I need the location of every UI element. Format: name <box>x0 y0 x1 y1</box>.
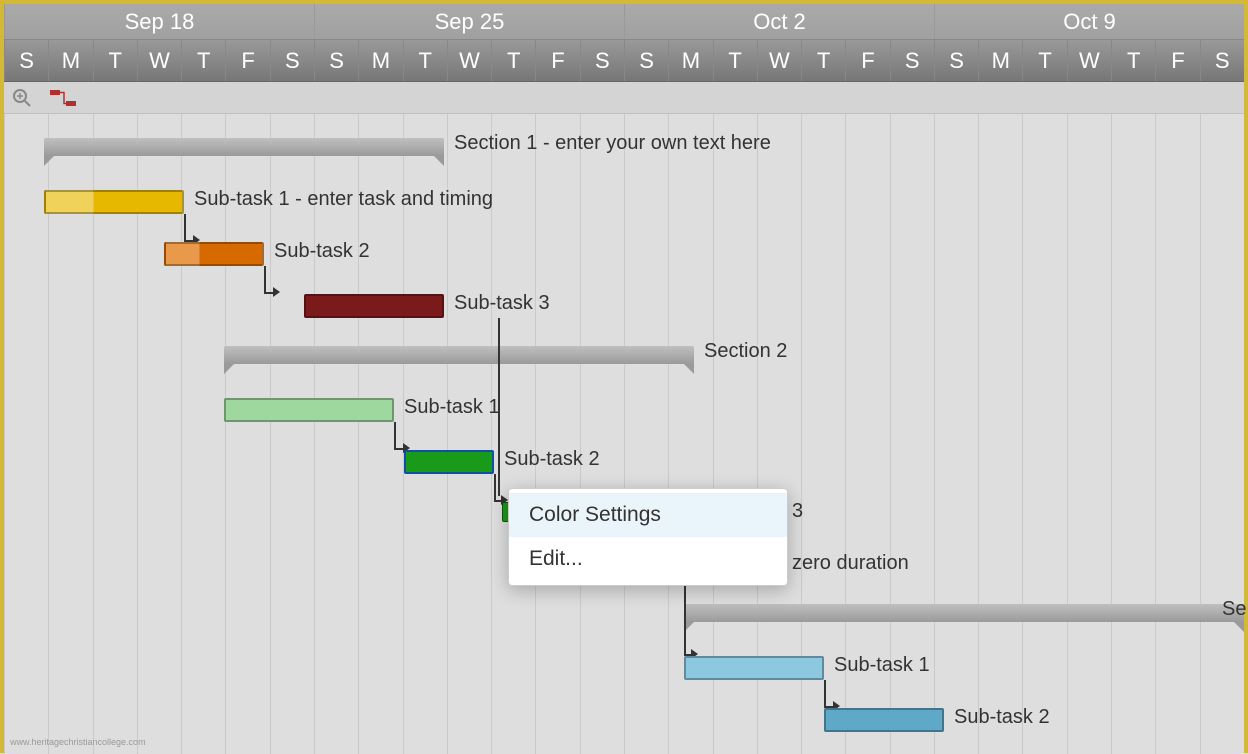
task-bar[interactable] <box>44 190 184 214</box>
task-label: Sub-task 1 <box>404 396 500 419</box>
day-label: F <box>535 40 579 81</box>
day-label: F <box>225 40 269 81</box>
day-label: S <box>624 40 668 81</box>
day-label: M <box>668 40 712 81</box>
week-label: Sep 18 <box>4 4 314 39</box>
day-label: W <box>137 40 181 81</box>
timeline-days-header: SMTWTFSSMTWTFSSMTWTFSSMTWTFS <box>4 40 1244 82</box>
section-bar[interactable] <box>684 604 1244 622</box>
toolbar <box>4 82 1244 114</box>
day-label: W <box>1067 40 1111 81</box>
zoom-in-icon[interactable] <box>12 88 32 108</box>
week-label: Oct 2 <box>624 4 934 39</box>
day-label: T <box>491 40 535 81</box>
section-label: Se <box>1222 598 1246 621</box>
menu-item-edit[interactable]: Edit... <box>509 537 787 581</box>
day-label: T <box>713 40 757 81</box>
timeline-weeks-header: Sep 18 Sep 25 Oct 2 Oct 9 <box>4 4 1244 40</box>
watermark: www.heritagechristiancollege.com <box>10 737 146 747</box>
task-bar[interactable] <box>224 398 394 422</box>
day-label: T <box>93 40 137 81</box>
day-label: M <box>358 40 402 81</box>
task-label: Sub-task 1 - enter task and timing <box>194 188 493 211</box>
day-label: S <box>890 40 934 81</box>
task-bar[interactable] <box>404 450 494 474</box>
section-label: Section 2 <box>704 340 787 363</box>
day-label: T <box>1111 40 1155 81</box>
day-label: T <box>403 40 447 81</box>
day-label: S <box>934 40 978 81</box>
day-label: S <box>270 40 314 81</box>
section-label: Section 1 - enter your own text here <box>454 132 771 155</box>
task-label: Sub-task 2 <box>274 240 370 263</box>
context-menu: Color Settings Edit... <box>508 488 788 586</box>
menu-item-color-settings[interactable]: Color Settings <box>509 493 787 537</box>
day-label: T <box>801 40 845 81</box>
day-label: W <box>447 40 491 81</box>
section-bar[interactable] <box>224 346 694 364</box>
task-label: Sub-task 2 <box>954 706 1050 729</box>
week-label: Sep 25 <box>314 4 624 39</box>
day-label: S <box>314 40 358 81</box>
task-bar[interactable] <box>304 294 444 318</box>
week-label: Oct 9 <box>934 4 1244 39</box>
day-label: S <box>4 40 48 81</box>
task-label: Sub-task 2 <box>504 448 600 471</box>
day-label: M <box>48 40 92 81</box>
day-label: W <box>757 40 801 81</box>
dependency-link-icon[interactable] <box>50 90 76 106</box>
section-bar[interactable] <box>44 138 444 156</box>
task-bar[interactable] <box>824 708 944 732</box>
task-label: zero duration <box>792 552 909 575</box>
day-label: M <box>978 40 1022 81</box>
task-bar[interactable] <box>164 242 264 266</box>
day-label: F <box>1155 40 1199 81</box>
task-bar[interactable] <box>684 656 824 680</box>
day-label: T <box>1022 40 1066 81</box>
task-label: Sub-task 3 <box>454 292 550 315</box>
day-label: T <box>181 40 225 81</box>
gantt-chart-area[interactable]: Section 1 - enter your own text here Sub… <box>4 114 1244 754</box>
day-label: F <box>845 40 889 81</box>
task-label: Sub-task 1 <box>834 654 930 677</box>
day-label: S <box>580 40 624 81</box>
day-label: S <box>1200 40 1244 81</box>
task-label: 3 <box>792 500 803 523</box>
